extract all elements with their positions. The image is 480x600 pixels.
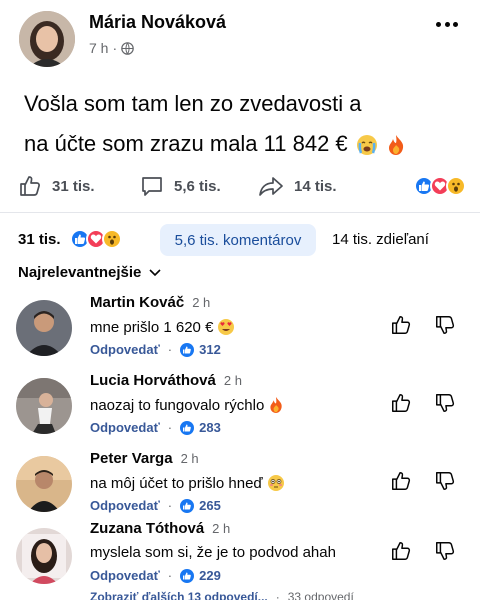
- comment-actions: Odpovedať · 283: [90, 420, 221, 435]
- commenter-avatar[interactable]: [16, 300, 72, 356]
- comment-count: 5,6 tis.: [174, 177, 221, 195]
- comment-item: Martin Kováč 2 h mne prišlo 1 620 € Odpo…: [0, 294, 480, 372]
- comment-icon: [142, 177, 162, 196]
- like-action[interactable]: 31 tis.: [18, 174, 95, 198]
- post-text-line-1: Vošla som tam len zo zvedavosti a: [24, 91, 362, 116]
- reply-link[interactable]: Odpovedať: [90, 420, 160, 435]
- view-more-replies: Zobraziť ďalších 13 odpovedí... · 33 odp…: [90, 590, 354, 600]
- like-count: 31 tis.: [52, 177, 95, 195]
- stats-comments-button[interactable]: 5,6 tis. komentárov: [160, 224, 316, 256]
- reaction-summary[interactable]: [414, 176, 466, 196]
- comment-vote-buttons: [390, 392, 456, 414]
- comment-vote-buttons: [390, 314, 456, 336]
- stats-row: 31 tis. 5,6 tis. komentárov 14 tis. zdie…: [0, 222, 480, 258]
- heart-eyes-emoji-icon: [218, 319, 235, 335]
- post-header: Mária Nováková 7 h ·: [0, 0, 480, 70]
- comment-vote-buttons: [390, 470, 456, 492]
- commenter-avatar[interactable]: [16, 378, 72, 434]
- fire-emoji-icon: [270, 397, 282, 413]
- comment-actions: Odpovedať · 265: [90, 498, 221, 513]
- like-badge-icon: [180, 498, 195, 513]
- comment-actions: Odpovedať · 312: [90, 342, 221, 357]
- comment-likes[interactable]: 265: [180, 498, 221, 513]
- comment-text: na môj účet to prišlo hneď: [90, 474, 285, 492]
- downvote-thumb-icon[interactable]: [434, 314, 456, 336]
- upvote-thumb-icon[interactable]: [390, 540, 412, 562]
- comment-text: mne prišlo 1 620 €: [90, 318, 235, 336]
- author-avatar[interactable]: [19, 11, 75, 67]
- downvote-thumb-icon[interactable]: [434, 470, 456, 492]
- stats-shares[interactable]: 14 tis. zdieľaní: [332, 231, 429, 248]
- share-icon: [259, 177, 283, 196]
- comment-time: 2 h: [192, 295, 211, 310]
- share-action[interactable]: 14 tis.: [258, 174, 337, 198]
- downvote-thumb-icon[interactable]: [434, 392, 456, 414]
- thumbs-up-icon: [20, 176, 40, 196]
- divider: [0, 212, 480, 213]
- comment-item: Peter Varga 2 h na môj účet to prišlo hn…: [0, 450, 480, 528]
- post-meta: 7 h ·: [89, 40, 134, 56]
- comment-vote-buttons: [390, 540, 456, 562]
- more-options-icon[interactable]: [436, 22, 458, 30]
- share-count: 14 tis.: [294, 177, 337, 195]
- meta-dot: ·: [112, 40, 118, 56]
- wow-reaction-icon: [446, 176, 466, 196]
- sort-label: Najrelevantnejšie: [18, 264, 142, 281]
- view-more-replies-link[interactable]: Zobraziť ďalších 13 odpovedí...: [90, 590, 268, 600]
- comment-time: 2 h: [180, 451, 199, 466]
- comment-likes[interactable]: 283: [180, 420, 221, 435]
- commenter-name[interactable]: Peter Varga 2 h: [90, 450, 199, 467]
- reply-link[interactable]: Odpovedať: [90, 498, 160, 513]
- comment-action[interactable]: 5,6 tis.: [140, 174, 221, 198]
- commenter-name[interactable]: Lucia Horváthová 2 h: [90, 372, 242, 389]
- comment-likes[interactable]: 312: [180, 342, 221, 357]
- post-text: Vošla som tam len zo zvedavosti a na účt…: [24, 84, 464, 164]
- author-name[interactable]: Mária Nováková: [89, 12, 226, 33]
- comment-actions: Odpovedať · 229: [90, 568, 221, 583]
- like-badge-icon: [180, 420, 195, 435]
- upvote-thumb-icon[interactable]: [390, 314, 412, 336]
- commenter-name[interactable]: Zuzana Tóthová 2 h: [90, 520, 230, 537]
- crying-face-icon: [356, 134, 378, 156]
- globe-icon: [121, 41, 134, 55]
- wow-reaction-icon: [102, 229, 122, 249]
- comment-item: Lucia Horváthová 2 h naozaj to fungovalo…: [0, 372, 480, 450]
- comment-text: myslela som si, že je to podvod ahah: [90, 544, 336, 561]
- flushed-emoji-icon: [267, 475, 284, 491]
- reply-link[interactable]: Odpovedať: [90, 568, 160, 583]
- commenter-avatar[interactable]: [16, 456, 72, 512]
- comment-likes[interactable]: 229: [180, 568, 221, 583]
- upvote-thumb-icon[interactable]: [390, 470, 412, 492]
- stats-likes[interactable]: 31 tis.: [18, 231, 61, 248]
- fire-icon: [386, 134, 406, 156]
- downvote-thumb-icon[interactable]: [434, 540, 456, 562]
- comment-item: Zuzana Tóthová 2 h myslela som si, že je…: [0, 520, 480, 600]
- action-row: 31 tis. 5,6 tis. 14 tis.: [0, 168, 480, 208]
- post-time[interactable]: 7 h: [89, 40, 108, 56]
- sort-dropdown[interactable]: Najrelevantnejšie: [18, 264, 161, 281]
- reply-count: 33 odpovedí: [287, 590, 354, 600]
- upvote-thumb-icon[interactable]: [390, 392, 412, 414]
- author-photo: [19, 11, 75, 67]
- comment-time: 2 h: [223, 373, 242, 388]
- stats-reaction-icons[interactable]: [70, 229, 122, 249]
- commenter-avatar[interactable]: [16, 528, 72, 584]
- like-badge-icon: [180, 342, 195, 357]
- like-badge-icon: [180, 568, 195, 583]
- reply-link[interactable]: Odpovedať: [90, 342, 160, 357]
- post-text-line-2: na účte som zrazu mala 11 842 €: [24, 124, 464, 164]
- comment-time: 2 h: [212, 521, 231, 536]
- comment-text: naozaj to fungovalo rýchlo: [90, 396, 284, 414]
- commenter-name[interactable]: Martin Kováč 2 h: [90, 294, 210, 311]
- chevron-down-icon: [149, 268, 161, 276]
